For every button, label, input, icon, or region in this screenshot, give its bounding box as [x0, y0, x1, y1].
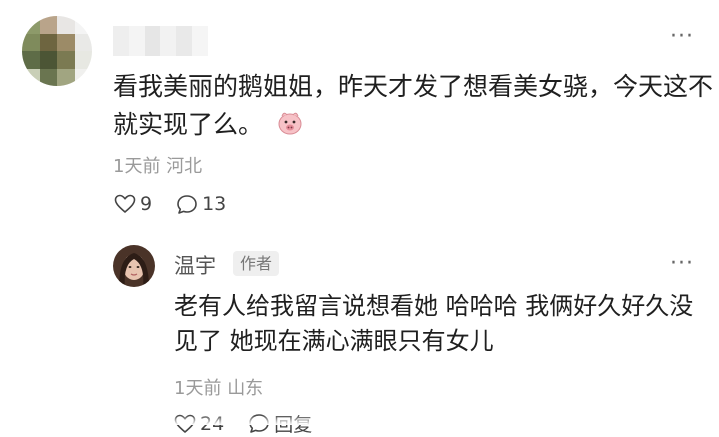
comment-meta: 1天前 河北	[113, 152, 202, 178]
speech-bubble-icon	[177, 194, 197, 214]
comment-reply-button[interactable]: 13	[176, 193, 226, 215]
reply-location: 山东	[227, 378, 264, 399]
reply-more-icon[interactable]: ···	[670, 253, 694, 275]
comment-reply-count: 13	[202, 193, 227, 215]
comment-text-line2: 就实现了么。	[113, 110, 264, 139]
comment-text-line1: 看我美丽的鹅姐姐，昨天才发了想看美女骁，今天这不	[113, 72, 714, 101]
comment-like-count: 9	[140, 193, 153, 215]
bottom-fade	[0, 415, 719, 425]
comment-like-button[interactable]: 9	[114, 193, 152, 215]
reply-avatar[interactable]	[113, 245, 155, 287]
reply-meta: 1天前 山东	[174, 374, 263, 400]
heart-outline-icon	[114, 194, 136, 213]
pig-face-emoji-icon	[278, 112, 302, 135]
reply-text-line2: 见了 她现在满心满眼只有女儿	[174, 327, 494, 355]
comment-more-icon[interactable]: ···	[670, 26, 694, 48]
comment-text-line2-wrap: 就实现了么。	[113, 106, 303, 144]
comment-location: 河北	[166, 156, 203, 177]
reply-time: 1天前	[174, 378, 222, 399]
reply-text-line1: 老有人给我留言说想看她 哈哈哈 我俩好久好久没	[174, 292, 694, 320]
reply-username[interactable]: 温宇	[174, 250, 216, 280]
reply-avatar-image	[113, 245, 155, 287]
comment-time: 1天前	[113, 156, 161, 177]
commenter-avatar[interactable]	[22, 16, 92, 86]
author-badge: 作者	[233, 251, 280, 276]
commenter-name-blurred[interactable]	[113, 26, 208, 56]
comment-actions: 9 13	[114, 193, 250, 215]
